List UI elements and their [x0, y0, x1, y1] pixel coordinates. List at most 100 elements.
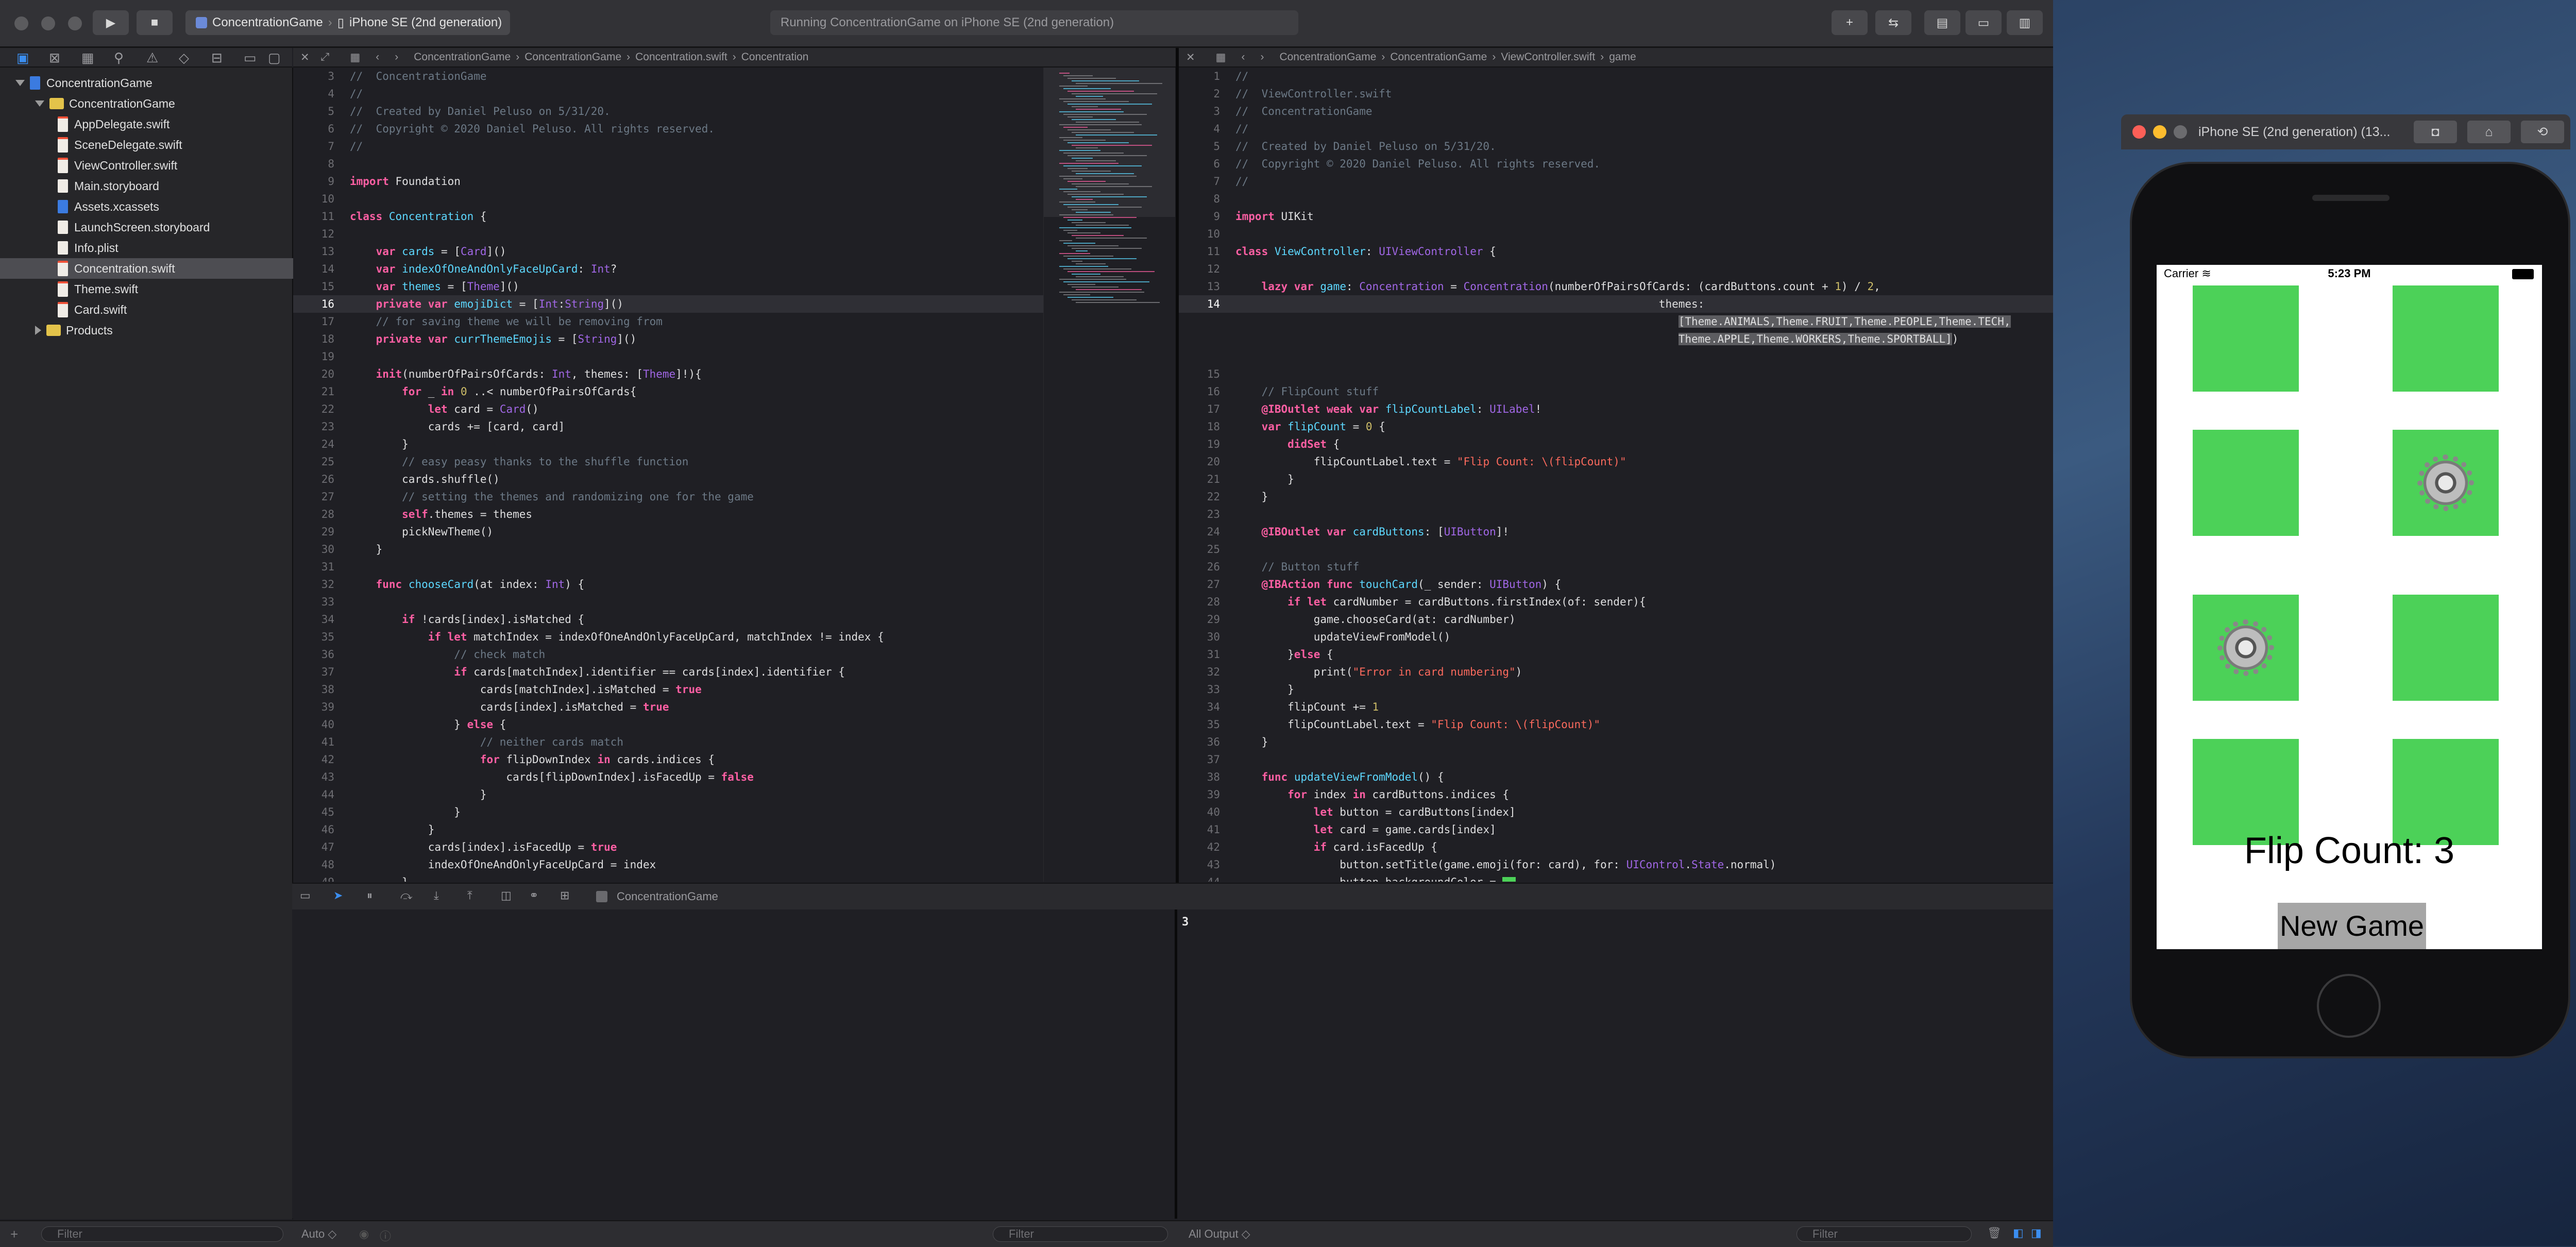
symbol-icon[interactable]: ▦ — [81, 50, 94, 66]
code-line[interactable]: 46 } — [293, 821, 1043, 838]
breakpoint-icon[interactable]: ▭ — [244, 50, 257, 66]
code-line[interactable]: 4// — [1179, 120, 2053, 138]
code-line[interactable]: 26 cards.shuffle() — [293, 470, 1043, 488]
card-button[interactable] — [2193, 430, 2299, 536]
code-line[interactable]: 38 cards[matchIndex].isMatched = true — [293, 681, 1043, 698]
code-line[interactable]: 12 — [1179, 260, 2053, 278]
code-line[interactable]: 13 lazy var game: Concentration = Concen… — [1179, 278, 2053, 295]
code-review-button[interactable]: ⇆ — [1875, 10, 1911, 35]
test-icon[interactable]: ◇ — [179, 50, 189, 66]
code-line[interactable]: 34 flipCount += 1 — [1179, 698, 2053, 716]
code-line[interactable]: 6// Copyright © 2020 Daniel Peluso. All … — [1179, 155, 2053, 173]
breadcrumb-file[interactable]: Concentration.swift — [635, 51, 727, 63]
code-line[interactable]: 48 indexOfOneAndOnlyFaceUpCard = index — [293, 856, 1043, 873]
rotate-button[interactable]: ⟲ — [2521, 121, 2564, 143]
breadcrumb-symbol[interactable]: Concentration — [741, 51, 809, 63]
code-line[interactable]: 41 let card = game.cards[index] — [1179, 821, 2053, 838]
code-line[interactable]: 22 } — [1179, 488, 2053, 505]
code-line[interactable]: 9 import UIKit — [1179, 208, 2053, 225]
code-line[interactable]: 23 cards += [card, card] — [293, 418, 1043, 435]
code-line[interactable]: 41 // neither cards match — [293, 733, 1043, 751]
code-line[interactable]: 19 — [293, 348, 1043, 365]
back-icon[interactable]: ‹ — [1241, 51, 1245, 63]
card-button[interactable] — [2393, 595, 2499, 701]
code-line[interactable]: 25 // easy peasy thanks to the shuffle f… — [293, 453, 1043, 470]
navigator-filter-input[interactable]: Filter — [41, 1226, 283, 1242]
code-line[interactable]: 25 — [1179, 541, 2053, 558]
disclosure-icon[interactable] — [35, 100, 44, 107]
zoom-button[interactable] — [2174, 125, 2187, 139]
right-code-editor[interactable]: 1//2// ViewController.swift 3// Concentra… — [1179, 68, 2053, 882]
code-line[interactable]: Theme.APPLE,Theme.WORKERS,Theme.SPORTBAL… — [1179, 330, 2053, 348]
card-button[interactable] — [2393, 285, 2499, 392]
minimize-button[interactable] — [2153, 125, 2166, 139]
close-editor-icon[interactable]: ✕ — [300, 51, 310, 64]
forward-icon[interactable]: › — [395, 51, 398, 63]
add-icon[interactable]: + — [10, 1226, 18, 1242]
library-button[interactable]: + — [1832, 10, 1868, 35]
code-line[interactable]: 34 if !cards[index].isMatched { — [293, 611, 1043, 628]
code-line[interactable]: 10 — [293, 190, 1043, 208]
code-line[interactable]: 43 button.setTitle(game.emoji(for: card)… — [1179, 856, 2053, 873]
code-line[interactable]: 16 private var emojiDict = [Int:String](… — [293, 295, 1043, 313]
trash-icon[interactable]: 🗑 — [1987, 1226, 2002, 1240]
card-button[interactable] — [2193, 595, 2299, 701]
breadcrumb-project[interactable]: ConcentrationGame — [414, 51, 511, 63]
stop-button[interactable]: ■ — [137, 10, 173, 35]
code-line[interactable]: 39 for index in cardButtons.indices { — [1179, 786, 2053, 803]
code-line[interactable]: 36 } — [1179, 733, 2053, 751]
group-row[interactable]: ConcentrationGame — [0, 93, 327, 114]
code-line[interactable]: 37 if cards[matchIndex].identifier == ca… — [293, 663, 1043, 681]
code-line[interactable]: 17 // for saving theme we will be removi… — [293, 313, 1043, 330]
code-line[interactable]: 24 } — [293, 435, 1043, 453]
minimize-button[interactable] — [41, 16, 55, 30]
code-line[interactable]: 39 cards[index].isMatched = true — [293, 698, 1043, 716]
code-line[interactable]: 31 }else { — [1179, 646, 2053, 663]
memory-graph-icon[interactable]: ⚭ — [529, 889, 538, 902]
card-button[interactable] — [2393, 430, 2499, 536]
code-line[interactable]: 12 — [293, 225, 1043, 243]
code-line[interactable]: 3// ConcentrationGame — [1179, 103, 2053, 120]
code-line[interactable]: 18 private var currThemeEmojis = [String… — [293, 330, 1043, 348]
code-line[interactable]: [Theme.ANIMALS,Theme.FRUIT,Theme.PEOPLE,… — [1179, 313, 2053, 330]
debug-target[interactable]: ConcentrationGame — [617, 890, 718, 903]
find-icon[interactable]: ⚲ — [114, 50, 124, 66]
toggle-navigator-button[interactable]: ▤ — [1924, 10, 1960, 35]
console-filter-input[interactable]: Filter — [1797, 1226, 1972, 1242]
code-line[interactable]: 20 flipCountLabel.text = "Flip Count: \(… — [1179, 453, 2053, 470]
step-over-icon[interactable]: ⤼ — [400, 889, 413, 902]
code-line[interactable]: 37 — [1179, 751, 2053, 768]
code-line[interactable]: 18 var flipCount = 0 { — [1179, 418, 2053, 435]
code-line[interactable]: 43 cards[flipDownIndex].isFacedUp = fals… — [293, 768, 1043, 786]
run-button[interactable]: ▶ — [93, 10, 129, 35]
code-line[interactable]: 3// ConcentrationGame — [293, 68, 1043, 85]
code-line[interactable]: 33 } — [1179, 681, 2053, 698]
related-items-icon[interactable]: ▦ — [1216, 51, 1226, 64]
source-control-icon[interactable]: ⊠ — [49, 50, 60, 66]
breadcrumb-file[interactable]: ViewController.swift — [1501, 51, 1595, 63]
code-line[interactable]: 30 } — [293, 541, 1043, 558]
card-button[interactable] — [2193, 285, 2299, 392]
code-line[interactable]: 45 } — [293, 803, 1043, 821]
folder-icon[interactable]: ▣ — [16, 50, 29, 66]
pause-icon[interactable]: ⏸ — [367, 889, 372, 902]
code-line[interactable]: 19 didSet { — [1179, 435, 2053, 453]
report-icon[interactable]: ▢ — [268, 50, 281, 66]
code-line[interactable]: 4// — [293, 85, 1043, 103]
code-line[interactable]: 9 import Foundation — [293, 173, 1043, 190]
code-line[interactable]: 44 } — [293, 786, 1043, 803]
debug-divider[interactable] — [1175, 909, 1177, 1219]
expand-icon[interactable]: ⤢ — [321, 51, 330, 63]
code-line[interactable]: 8 — [293, 155, 1043, 173]
hide-debug-icon[interactable]: ▭ — [300, 889, 311, 902]
code-line[interactable]: 32 print("Error in card numbering") — [1179, 663, 2053, 681]
breadcrumb-group[interactable]: ConcentrationGame — [1390, 51, 1487, 63]
code-line[interactable]: 17 @IBOutlet weak var flipCountLabel: UI… — [1179, 400, 2053, 418]
step-in-icon[interactable]: ⤓ — [434, 889, 439, 902]
disclosure-icon[interactable] — [35, 326, 41, 335]
code-line[interactable]: 40 } else { — [293, 716, 1043, 733]
scheme-selector[interactable]: ConcentrationGame › ▯ iPhone SE (2nd gen… — [185, 10, 510, 35]
code-line[interactable]: 7// — [1179, 173, 2053, 190]
screenshot-button[interactable]: ◘ — [2414, 121, 2457, 143]
code-line[interactable]: 14 var indexOfOneAndOnlyFaceUpCard: Int? — [293, 260, 1043, 278]
